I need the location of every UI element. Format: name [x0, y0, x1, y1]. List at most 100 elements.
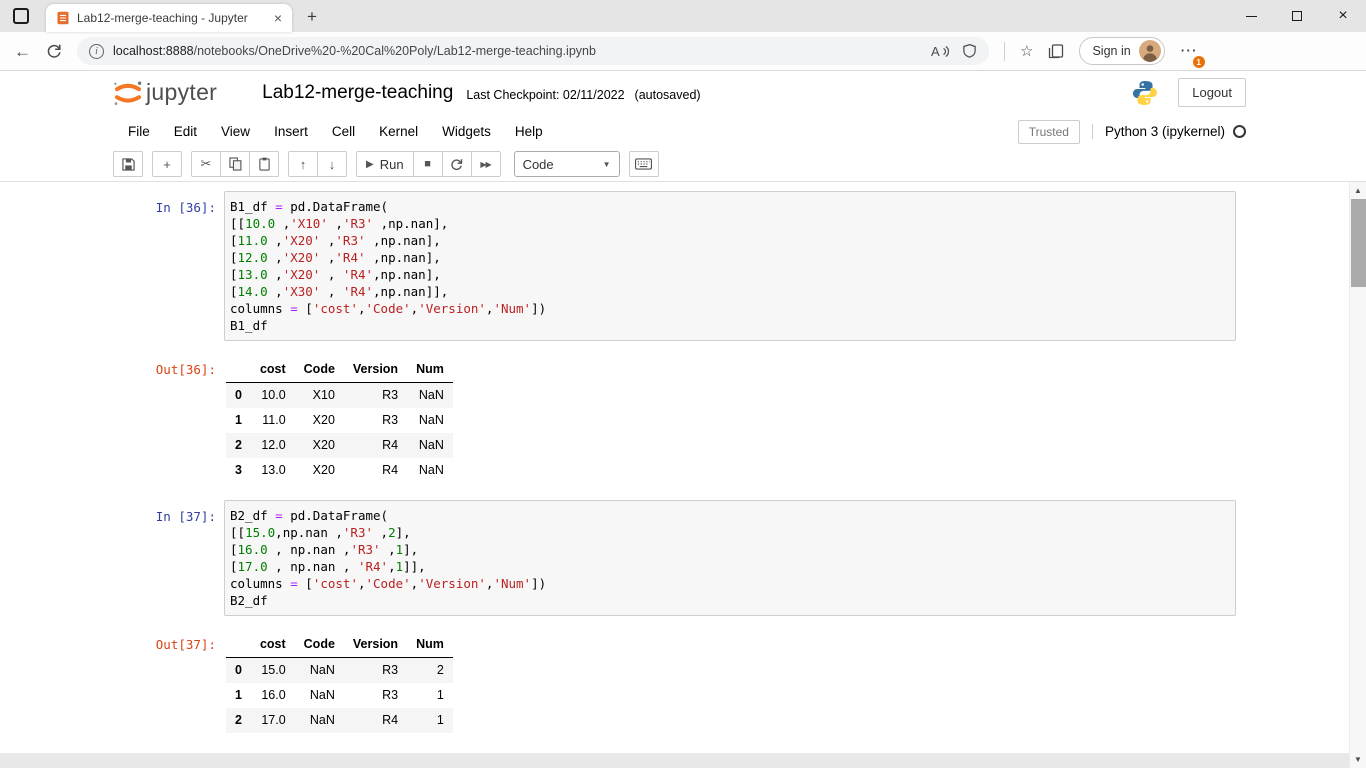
index-header — [226, 632, 251, 658]
page-end-gutter — [0, 753, 1349, 768]
url-path: /notebooks/OneDrive%20-%20Cal%20Poly/Lab… — [193, 44, 596, 58]
table-cell: R3 — [382, 413, 399, 427]
command-palette-button[interactable] — [628, 151, 659, 177]
row-index: 0 — [235, 663, 242, 677]
menu-help[interactable]: Help — [503, 118, 555, 145]
jupyter-logo[interactable]: jupyter — [113, 79, 217, 107]
table-cell: R3 — [382, 688, 399, 702]
code-line: [13.0 ,'X20' , 'R4',np.nan], — [230, 267, 441, 282]
notebook-content: In [36]: B1_df = pd.DataFrame([[10.0 ,'X1… — [0, 182, 1366, 768]
insert-cell-button[interactable]: + — [152, 151, 182, 177]
output-prompt: Out[36]: — [155, 362, 216, 377]
refresh-icon[interactable] — [46, 43, 62, 59]
interrupt-kernel-button[interactable]: ■ — [412, 151, 443, 177]
restart-icon — [451, 158, 463, 170]
menu-cell[interactable]: Cell — [320, 118, 367, 145]
chevron-down-icon: ▼ — [602, 159, 611, 169]
row-index: 1 — [235, 413, 242, 427]
cell-input-row: In [36]: B1_df = pd.DataFrame([[10.0 ,'X1… — [120, 191, 1236, 341]
address-bar[interactable]: i localhost:8888/notebooks/OneDrive%20-%… — [77, 37, 989, 65]
code-cell[interactable]: In [36]: B1_df = pd.DataFrame([[10.0 ,'X1… — [120, 191, 1236, 483]
table-row: 1 11.0 X20 R3 NaN — [226, 408, 453, 433]
table-cell: R3 — [382, 388, 399, 402]
maximize-button[interactable] — [1274, 0, 1320, 32]
profile-signin-button[interactable]: Sign in — [1079, 37, 1165, 65]
menubar-items: File Edit View Insert Cell Kernel Widgets Help — [116, 118, 555, 145]
cell-type-dropdown[interactable]: Code ▼ — [513, 151, 620, 177]
table-row: 1 16.0 NaN R3 1 — [226, 683, 453, 708]
table-cell: 16.0 — [261, 688, 286, 702]
jupyter-logo-text: jupyter — [146, 79, 218, 105]
cell-output-row: Out[36]: cost Code Version Num 0 10.0 X10 R3 NaN 1… — [120, 354, 1236, 483]
code-line: [16.0 , np.nan ,'R3' ,1], — [230, 542, 419, 557]
shield-icon[interactable] — [962, 43, 977, 59]
paste-cell-button[interactable] — [249, 151, 279, 177]
table-cell: NaN — [418, 438, 444, 452]
table-cell: X20 — [312, 438, 335, 452]
code-editor[interactable]: B2_df = pd.DataFrame([[15.0,np.nan ,'R3'… — [224, 500, 1236, 616]
column-header: Code — [294, 632, 344, 658]
table-cell: X20 — [312, 413, 335, 427]
save-button[interactable] — [113, 151, 143, 177]
scroll-down-arrow-icon[interactable]: ▼ — [1350, 751, 1366, 768]
table-cell: 11.0 — [262, 413, 286, 427]
collections-icon[interactable] — [1048, 43, 1064, 59]
scrollbar-thumb[interactable] — [1351, 199, 1366, 287]
vertical-scrollbar[interactable]: ▲ ▼ — [1349, 182, 1366, 768]
menu-insert[interactable]: Insert — [262, 118, 320, 145]
notebook-title[interactable]: Lab12-merge-teaching — [262, 82, 453, 104]
move-cell-down-button[interactable]: ↓ — [317, 151, 347, 177]
copy-cell-button[interactable] — [220, 151, 250, 177]
menu-kernel[interactable]: Kernel — [367, 118, 430, 145]
minimize-button[interactable] — [1228, 0, 1274, 32]
favorites-icon[interactable]: ☆ — [1020, 42, 1033, 60]
table-row: 2 12.0 X20 R4 NaN — [226, 433, 453, 458]
row-index: 3 — [235, 463, 242, 477]
menu-file[interactable]: File — [116, 118, 162, 145]
code-cell[interactable]: In [37]: B2_df = pd.DataFrame([[15.0,np.n… — [120, 500, 1236, 733]
trusted-badge[interactable]: Trusted — [1017, 119, 1080, 144]
svg-text:A: A — [931, 44, 940, 59]
close-button[interactable]: × — [1320, 0, 1366, 32]
checkpoint-text: Last Checkpoint: 02/11/2022 — [466, 87, 625, 102]
tab-close-icon[interactable]: × — [270, 10, 286, 26]
notebook-cells: In [36]: B1_df = pd.DataFrame([[10.0 ,'X1… — [0, 182, 1366, 733]
run-label: Run — [379, 156, 404, 172]
browser-navbar: ← i localhost:8888/notebooks/OneDrive%20… — [0, 32, 1366, 71]
code-editor[interactable]: B1_df = pd.DataFrame([[10.0 ,'X10' ,'R3'… — [224, 191, 1236, 341]
avatar — [1138, 40, 1161, 62]
table-cell: NaN — [418, 463, 444, 477]
run-button[interactable]: ▶ Run — [356, 151, 414, 177]
index-header — [226, 357, 251, 383]
move-cell-up-button[interactable]: ↑ — [288, 151, 318, 177]
read-aloud-icon[interactable]: A — [931, 44, 949, 59]
logout-button[interactable]: Logout — [1178, 78, 1246, 107]
column-header: cost — [250, 357, 295, 383]
scissors-icon: ✂ — [200, 156, 212, 171]
menu-edit[interactable]: Edit — [162, 118, 209, 145]
menu-view[interactable]: View — [209, 118, 262, 145]
output-area: cost Code Version Num 0 10.0 X10 R3 NaN 1 11.0 X20 R… — [224, 354, 453, 483]
new-tab-button[interactable]: + — [300, 5, 324, 29]
scroll-up-arrow-icon[interactable]: ▲ — [1350, 182, 1366, 199]
back-icon[interactable]: ← — [14, 43, 31, 60]
settings-menu-button[interactable]: ⋯ 1 — [1180, 41, 1205, 68]
menu-widgets[interactable]: Widgets — [430, 118, 503, 145]
jupyter-favicon — [57, 11, 69, 25]
browser-tab[interactable]: Lab12-merge-teaching - Jupyter × — [46, 4, 292, 32]
site-info-icon[interactable]: i — [89, 43, 104, 59]
toolbar-divider — [1004, 41, 1005, 61]
input-prompt: In [36]: — [155, 200, 216, 215]
restart-run-all-button[interactable]: ▶▶ — [470, 151, 501, 177]
column-header: Version — [343, 357, 408, 383]
code-line: [12.0 ,'X20' ,'R4' ,np.nan], — [230, 250, 441, 265]
table-cell: 2 — [436, 663, 444, 677]
table-cell: 12.0 — [261, 438, 286, 452]
tab-title: Lab12-merge-teaching - Jupyter — [77, 11, 248, 25]
restart-kernel-button[interactable] — [441, 151, 472, 177]
url-text[interactable]: localhost:8888/notebooks/OneDrive%20-%20… — [113, 44, 922, 58]
window-frame-icon[interactable] — [13, 8, 29, 24]
maximize-icon — [1292, 11, 1302, 21]
code-line: B1_df = pd.DataFrame( — [230, 199, 389, 214]
cut-cell-button[interactable]: ✂ — [191, 151, 221, 177]
